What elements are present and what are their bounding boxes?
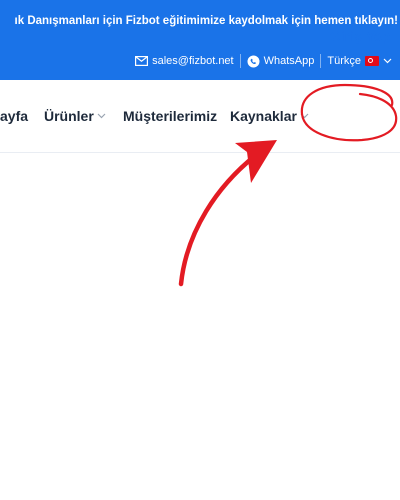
mail-icon <box>135 56 149 66</box>
annotation-arrow-shaft <box>178 143 271 287</box>
login-underline <box>340 52 378 54</box>
login-link[interactable]: Giriş Yap <box>330 28 390 44</box>
whatsapp-text: WhatsApp <box>263 55 315 67</box>
nav-item-label: Kaynaklar <box>230 108 297 124</box>
nav-item-customers[interactable]: Müşterilerimiz <box>123 108 217 124</box>
nav-item-products[interactable]: Ürünler <box>44 108 106 124</box>
whatsapp-link[interactable]: WhatsApp <box>247 55 315 68</box>
chevron-down-icon <box>383 58 392 64</box>
nav-item-label: ayfa <box>0 108 29 124</box>
nav-item-label: Ürünler <box>44 108 94 124</box>
nav-item-home[interactable]: ayfa <box>0 108 28 124</box>
divider <box>320 54 322 68</box>
email-link[interactable]: sales@fizbot.net <box>135 55 234 67</box>
chevron-down-icon <box>300 113 309 119</box>
nav-item-resources[interactable]: Kaynaklar <box>230 108 309 124</box>
contact-bar: sales@fizbot.net WhatsApp Türkçe <box>0 42 400 80</box>
language-text: Türkçe <box>327 55 361 67</box>
turkey-flag-icon <box>365 56 379 66</box>
nav-item-label: Müşterilerimiz <box>123 108 218 124</box>
email-text: sales@fizbot.net <box>152 55 234 67</box>
main-nav: ayfa Ürünler Müşterilerimiz Kaynaklar <box>0 80 400 153</box>
language-selector[interactable]: Türkçe <box>327 55 392 67</box>
divider <box>239 54 241 68</box>
chevron-down-icon <box>97 113 106 119</box>
whatsapp-icon <box>247 55 260 68</box>
